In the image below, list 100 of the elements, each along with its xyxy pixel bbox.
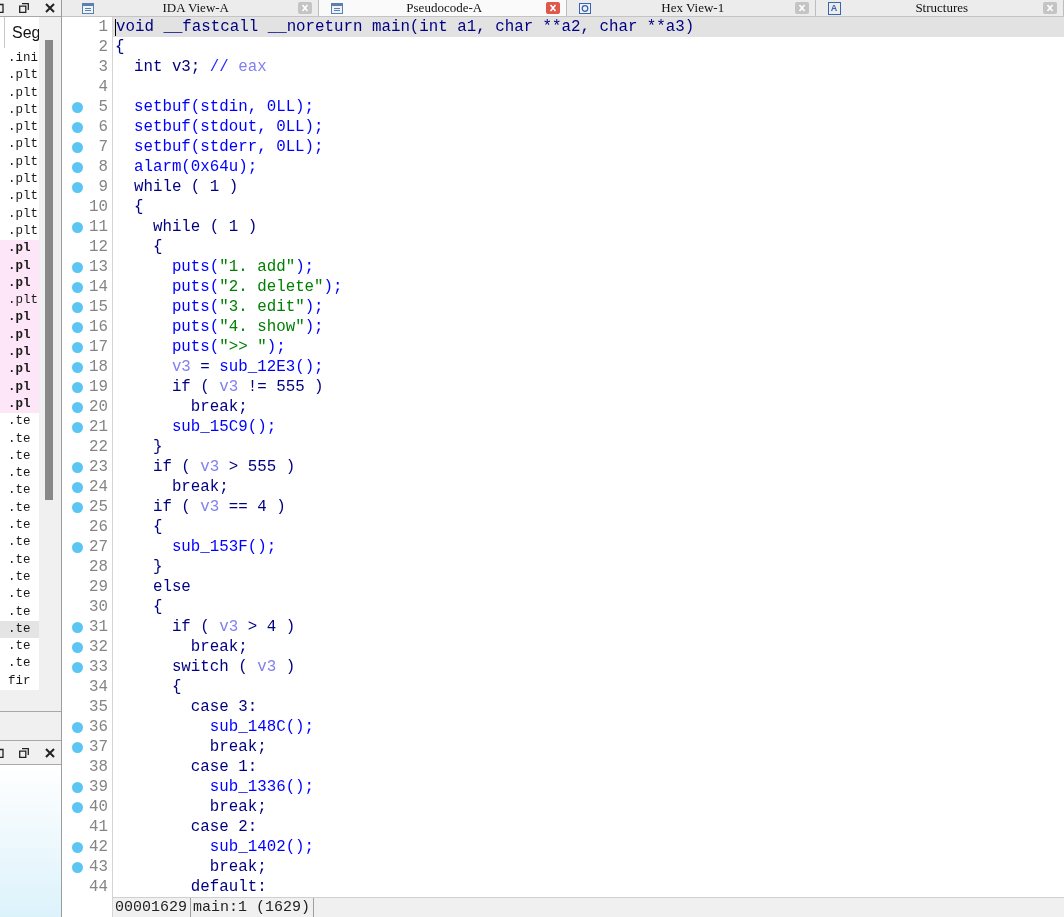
line-number: 22 — [88, 437, 109, 457]
list-item[interactable]: .plt — [0, 136, 39, 154]
close-icon[interactable] — [45, 3, 55, 13]
line-number: 2 — [97, 37, 109, 57]
line-number: 43 — [88, 857, 109, 877]
line-number: 27 — [88, 537, 109, 557]
list-item[interactable]: .te — [0, 603, 39, 621]
list-item[interactable]: .plt — [0, 205, 39, 223]
line-number: 10 — [88, 197, 109, 217]
list-item[interactable]: .te — [0, 430, 39, 448]
line-number: 6 — [97, 117, 109, 137]
list-item[interactable]: .plt — [0, 292, 39, 310]
code-line: while ( 1 ) — [152, 217, 258, 237]
maximize-icon[interactable] — [0, 747, 4, 758]
line-number: 35 — [88, 697, 109, 717]
line-number: 42 — [88, 837, 109, 857]
list-item[interactable]: .te — [0, 655, 39, 673]
list-item[interactable]: .plt — [0, 188, 39, 206]
list-item[interactable]: .te — [0, 447, 39, 466]
line-number: 37 — [88, 737, 109, 757]
list-item[interactable]: .te — [0, 620, 39, 639]
line-number: 17 — [88, 337, 109, 357]
code-line: if ( v3 > 4 ) — [171, 617, 296, 637]
tab[interactable]: Hex View-1 — [567, 0, 816, 16]
window-icon — [330, 2, 343, 14]
ring-icon — [579, 2, 591, 14]
code-line: { — [171, 677, 182, 697]
line-number: 7 — [97, 137, 109, 157]
list-item[interactable]: .te — [0, 586, 39, 604]
tab[interactable]: Pseudocode-A — [318, 0, 567, 16]
line-number: 28 — [88, 557, 109, 577]
list-item[interactable]: .te — [0, 638, 39, 656]
restore-icon[interactable] — [19, 747, 29, 758]
line-number: 25 — [88, 497, 109, 517]
close-icon[interactable] — [45, 747, 55, 758]
tab[interactable]: A Structures — [815, 0, 1064, 16]
line-number: 13 — [88, 257, 109, 277]
line-number: 9 — [97, 177, 109, 197]
list-item[interactable]: .te — [0, 517, 39, 535]
code-line: sub_1402(); — [209, 837, 315, 857]
code-line: break; — [171, 477, 229, 497]
line-number: 31 — [88, 617, 109, 637]
code-line: sub_1336(); — [209, 777, 315, 797]
list-item[interactable]: .plt — [0, 222, 39, 241]
list-item[interactable]: .te — [0, 413, 39, 431]
code-line: setbuf(stdin, 0LL); — [133, 97, 315, 117]
code-line: break; — [209, 857, 267, 877]
code-line: setbuf(stderr, 0LL); — [133, 137, 324, 157]
code-line: { — [152, 237, 163, 257]
line-number: 44 — [88, 877, 109, 897]
code-line: switch ( v3 ) — [171, 657, 296, 677]
code-line: { — [152, 597, 163, 617]
text-cursor — [115, 18, 116, 36]
code-line: break; — [190, 397, 248, 417]
list-item[interactable]: .ini — [0, 50, 39, 68]
code-line: sub_15C9(); — [171, 417, 277, 437]
list-item[interactable]: .pl — [0, 240, 39, 258]
code-line: while ( 1 ) — [133, 177, 239, 197]
line-number: 1 — [97, 17, 109, 37]
list-item[interactable]: .pl — [0, 344, 39, 362]
code-line: break; — [190, 637, 248, 657]
code-line: puts("4. show"); — [171, 317, 324, 337]
code-line: puts("2. delete"); — [171, 277, 343, 297]
list-item[interactable]: .te — [0, 482, 39, 500]
code-line: setbuf(stdout, 0LL); — [133, 117, 324, 137]
line-number: 41 — [88, 817, 109, 837]
list-item[interactable]: .plt — [0, 171, 39, 189]
scrollbar-thumb[interactable] — [45, 40, 53, 500]
list-item[interactable]: .plt — [0, 84, 39, 102]
line-number: 8 — [97, 157, 109, 177]
line-number: 36 — [88, 717, 109, 737]
list-item[interactable]: .plt — [0, 119, 39, 137]
list-item[interactable]: .te — [0, 465, 39, 483]
list-item[interactable]: .te — [0, 499, 39, 517]
list-item[interactable]: .te — [0, 551, 39, 569]
code-line: { — [115, 37, 125, 57]
restore-icon[interactable] — [19, 3, 29, 13]
code-line: else — [152, 577, 191, 597]
list-item[interactable]: .plt — [0, 153, 39, 172]
list-item[interactable]: fir — [0, 672, 39, 690]
list-item[interactable]: .pl — [0, 309, 39, 327]
line-number: 18 — [88, 357, 109, 377]
code-line: puts(">> "); — [171, 337, 286, 357]
code-line: v3 = sub_12E3(); — [171, 357, 324, 377]
line-number: 23 — [88, 457, 109, 477]
list-item[interactable]: .pl — [0, 361, 39, 379]
line-number: 24 — [88, 477, 109, 497]
list-item[interactable]: .plt — [0, 101, 39, 120]
code-line: break; — [209, 737, 267, 757]
list-item[interactable]: .plt — [0, 67, 39, 85]
line-number: 4 — [97, 77, 109, 97]
list-item[interactable]: .te — [0, 568, 39, 587]
list-item[interactable]: .te — [0, 534, 39, 552]
code-line: default: — [190, 877, 267, 897]
code-line: if ( v3 == 4 ) — [152, 497, 286, 517]
maximize-icon[interactable] — [0, 3, 4, 13]
line-number: 16 — [88, 317, 109, 337]
line-number: 20 — [88, 397, 109, 417]
tab[interactable]: IDA View-A — [70, 0, 319, 16]
line-number: 34 — [88, 677, 109, 697]
